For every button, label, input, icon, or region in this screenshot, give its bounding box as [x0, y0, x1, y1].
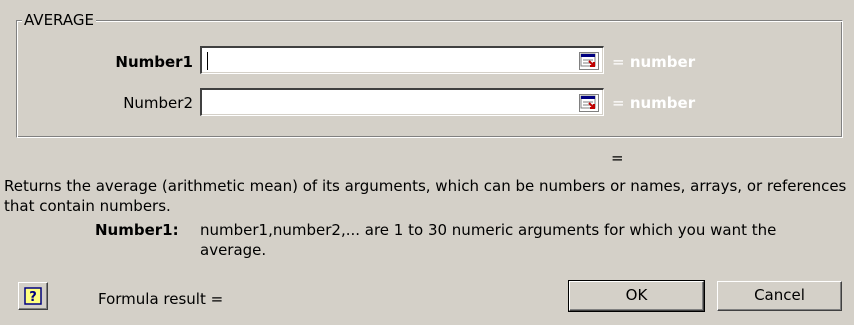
- function-result-sign: =: [611, 149, 624, 167]
- arguments-group: [16, 20, 843, 138]
- text-caret: [207, 52, 208, 70]
- number2-result: = number: [612, 93, 695, 113]
- number2-label: Number2: [123, 94, 193, 112]
- number1-label: Number1: [115, 53, 193, 71]
- question-mark-icon: ?: [24, 287, 42, 305]
- collapse-dialog-icon[interactable]: [579, 52, 599, 70]
- cancel-button[interactable]: Cancel: [717, 281, 842, 311]
- number1-result-sign: =: [612, 53, 625, 71]
- argument-help-label: Number1:: [95, 221, 179, 239]
- argument-help-text: number1,number2,... are 1 to 30 numeric …: [200, 221, 777, 259]
- function-name-legend: AVERAGE: [22, 11, 96, 29]
- help-button[interactable]: ?: [18, 282, 48, 310]
- collapse-dialog-icon[interactable]: [579, 94, 599, 112]
- number2-result-sign: =: [612, 94, 625, 112]
- number1-result-text: number: [629, 53, 696, 71]
- svg-text:?: ?: [29, 290, 37, 305]
- number1-result: = number: [612, 52, 695, 72]
- function-description: Returns the average (arithmetic mean) of…: [4, 177, 847, 215]
- number2-input[interactable]: [200, 88, 604, 116]
- formula-result-label: Formula result =: [98, 290, 224, 308]
- ok-button[interactable]: OK: [568, 280, 705, 312]
- number1-input[interactable]: [200, 46, 604, 74]
- number2-result-text: number: [629, 94, 696, 112]
